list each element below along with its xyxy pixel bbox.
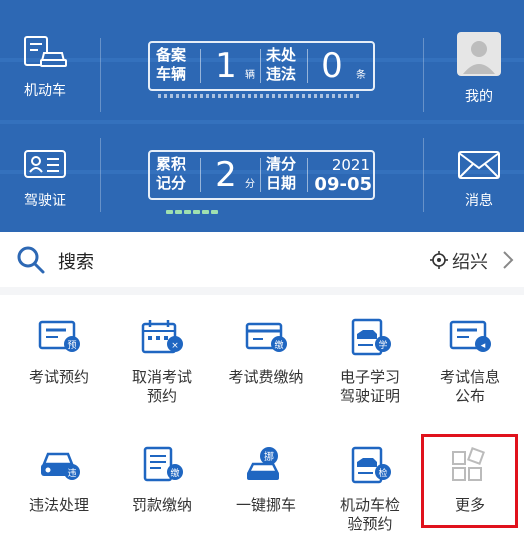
exam-info-icon: ◂	[418, 316, 522, 362]
unhandled-violations-label: 未处 违法	[266, 46, 297, 83]
svg-text:×: ×	[171, 341, 179, 351]
move-car-icon: 挪	[214, 444, 318, 490]
vehicle-unit: 辆	[245, 70, 255, 81]
fine-payment-icon: 缴	[110, 444, 214, 490]
chevron-right-icon[interactable]	[502, 250, 514, 270]
service-label: 考试信息 公布	[439, 368, 500, 405]
svg-text:◂: ◂	[481, 341, 486, 351]
service-item[interactable]: 学电子学习 驾驶证明	[318, 316, 422, 406]
inspection-booking-icon: 检	[318, 444, 422, 490]
service-item[interactable]: 缴考试费缴纳	[214, 316, 318, 387]
service-label: 取消考试 预约	[131, 368, 192, 405]
registered-vehicles-count: 1	[215, 46, 237, 86]
profile-entry[interactable]: 我的	[434, 32, 524, 106]
location-icon	[430, 251, 448, 269]
service-label: 一键挪车	[235, 496, 296, 514]
highlight-box	[421, 434, 518, 528]
service-label: 电子学习 驾驶证明	[339, 368, 400, 405]
svg-text:检: 检	[378, 467, 387, 479]
messages-label: 消息	[465, 193, 493, 209]
decor-ticks	[158, 94, 368, 100]
divider	[260, 158, 261, 192]
divider	[307, 49, 308, 83]
divider	[100, 38, 101, 112]
vehicle-summary-card[interactable]: 备案 车辆 1 辆 未处 违法 0 条	[148, 41, 375, 91]
svg-text:预: 预	[67, 340, 76, 351]
service-item[interactable]: ◂ 考试信息 公布	[418, 316, 522, 406]
service-item[interactable]: 挪一键挪车	[214, 444, 318, 515]
license-icon	[24, 150, 66, 178]
svg-text:缴: 缴	[170, 467, 179, 479]
search-icon	[17, 246, 45, 274]
service-label: 考试费缴纳	[228, 368, 304, 386]
messages-entry[interactable]: 消息	[434, 150, 524, 210]
license-summary-card[interactable]: 累积 记分 2 分 清分 日期 2021 09-05	[148, 150, 375, 200]
service-label: 机动车检 验预约	[339, 496, 400, 533]
service-item[interactable]: × 取消考试 预约	[110, 316, 214, 406]
service-item[interactable]: 缴罚款缴纳	[110, 444, 214, 515]
mail-icon	[458, 151, 500, 179]
clear-date-label: 清分 日期	[266, 155, 297, 192]
decor-band	[0, 120, 524, 124]
violation-car-icon: 违	[7, 444, 111, 490]
accumulated-points-value: 2	[215, 155, 237, 195]
service-item[interactable]: 检机动车检 验预约	[318, 444, 422, 534]
accumulated-points-label: 累积 记分	[156, 155, 187, 192]
svg-text:违: 违	[67, 468, 76, 479]
divider	[100, 138, 101, 212]
vehicle-label: 机动车	[24, 83, 66, 99]
clear-date: 09-05	[314, 174, 372, 195]
points-progress-bar	[166, 199, 220, 214]
registered-vehicles-label: 备案 车辆	[156, 46, 187, 83]
violation-unit: 条	[356, 70, 366, 81]
points-unit: 分	[245, 179, 255, 190]
divider	[200, 158, 201, 192]
vehicle-entry[interactable]: 机动车	[0, 34, 90, 100]
avatar	[457, 32, 501, 76]
profile-label: 我的	[465, 89, 493, 105]
learning-certificate-icon: 学	[318, 316, 422, 362]
service-label: 罚款缴纳	[131, 496, 192, 514]
divider	[423, 138, 424, 212]
service-item[interactable]: 违违法处理	[7, 444, 111, 515]
divider	[260, 49, 261, 83]
divider	[200, 49, 201, 83]
city-selector[interactable]: 绍兴	[452, 248, 488, 274]
svg-text:缴: 缴	[274, 339, 283, 351]
search-bar[interactable]: 搜索 绍兴	[0, 232, 524, 287]
cancel-exam-icon: ×	[110, 316, 214, 362]
search-placeholder: 搜索	[58, 252, 94, 273]
service-item[interactable]: 预考试预约	[7, 316, 111, 387]
license-entry[interactable]: 驾驶证	[0, 148, 90, 210]
exam-fee-icon: 缴	[214, 316, 318, 362]
service-label: 考试预约	[28, 368, 89, 386]
unhandled-violations-count: 0	[321, 46, 343, 86]
vehicle-icon	[24, 36, 67, 67]
service-label: 违法处理	[28, 496, 89, 514]
svg-text:挪: 挪	[264, 450, 274, 463]
exam-booking-icon: 预	[7, 316, 111, 362]
svg-text:学: 学	[378, 339, 387, 351]
license-label: 驾驶证	[24, 193, 66, 209]
clear-year: 2021	[331, 156, 370, 174]
dashboard-header: 机动车 驾驶证 备案 车辆 1 辆 未处 违法 0 条 累积 记分 2 分 清分 日期	[0, 0, 524, 232]
divider	[423, 38, 424, 112]
